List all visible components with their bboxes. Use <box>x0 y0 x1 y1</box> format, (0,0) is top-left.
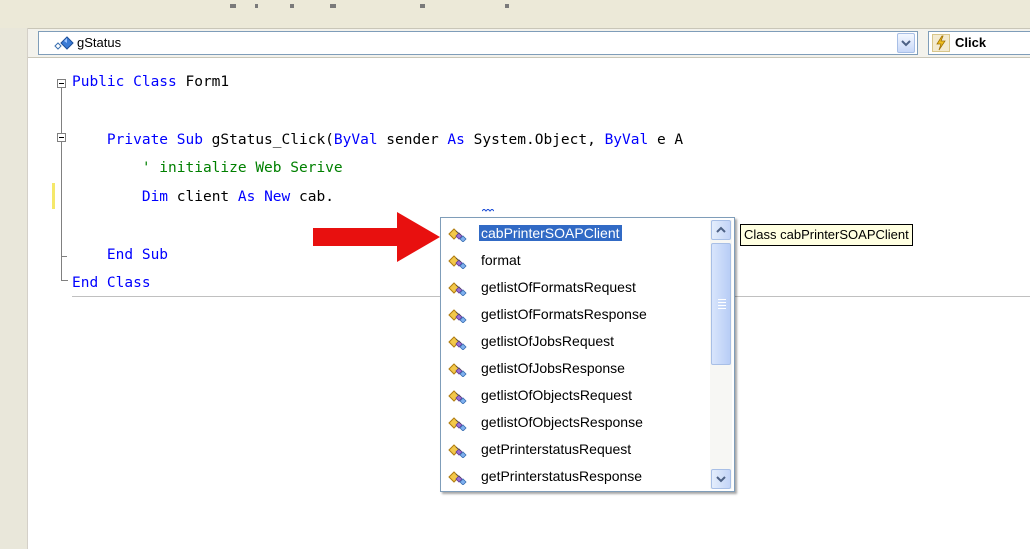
completion-tooltip: Class cabPrinterSOAPClient <box>740 224 913 246</box>
completion-item[interactable]: getlistOfFormatsRequest <box>443 275 711 301</box>
navigation-bar: gStatus Click <box>28 28 1030 58</box>
event-lightning-icon <box>932 34 950 52</box>
keyword: As <box>447 132 465 148</box>
code-line-2[interactable]: Private Sub gStatus_Click(ByVal sender A… <box>72 131 683 149</box>
completion-item[interactable]: getPrinterstatusRequest <box>443 437 711 463</box>
completion-item[interactable]: getlistOfObjectsRequest <box>443 383 711 409</box>
object-combobox-value: gStatus <box>77 35 122 50</box>
class-icon <box>447 253 467 270</box>
code-line-1[interactable]: Public Class Form1 <box>72 73 229 91</box>
chevron-down-icon <box>901 40 911 47</box>
grip-line <box>718 302 726 303</box>
class-icon <box>447 280 467 297</box>
class-icon <box>447 442 467 459</box>
code-text: sender <box>377 132 448 148</box>
grip-line <box>718 305 726 306</box>
completion-item-label: getPrinterstatusResponse <box>481 468 643 484</box>
object-combobox-dropdown-button[interactable] <box>897 33 915 53</box>
completion-item[interactable]: cabPrinterSOAPClient <box>443 221 711 247</box>
code-text: cab. <box>290 189 334 205</box>
class-icon <box>447 415 467 432</box>
completion-item-label: getPrinterstatusRequest <box>481 441 632 457</box>
completion-item[interactable]: getPrinterstatusResponse <box>443 464 711 490</box>
intellisense-completion-list[interactable]: cabPrinterSOAPClient format getlistOfForma… <box>440 217 735 492</box>
keyword: Private Sub <box>106 132 203 148</box>
code-text: gStatus_Click( <box>202 132 334 148</box>
collapse-class-toggle[interactable] <box>57 79 66 88</box>
toolbar-fragment <box>255 4 258 8</box>
completion-item[interactable]: getlistOfJobsResponse <box>443 356 711 382</box>
toolbar-fragment <box>330 4 336 8</box>
keyword: Public Class <box>72 74 177 90</box>
grip-line <box>718 299 726 300</box>
error-squiggle <box>482 209 494 212</box>
toolbar-fragment <box>230 4 236 8</box>
change-indicator-bar <box>52 183 55 209</box>
class-icon <box>447 307 467 324</box>
red-arrow-annotation <box>313 212 440 262</box>
class-icon <box>447 469 467 486</box>
keyword: ByVal <box>604 132 649 148</box>
keyword: As New <box>237 189 291 205</box>
scroll-down-button[interactable] <box>711 469 731 489</box>
code-text: Form1 <box>176 74 230 90</box>
scroll-up-button[interactable] <box>711 220 731 240</box>
object-combobox[interactable]: gStatus <box>38 31 918 55</box>
code-line-5[interactable]: End Sub <box>72 246 168 264</box>
completion-item[interactable]: format <box>443 248 711 274</box>
completion-item-label: getlistOfObjectsRequest <box>481 387 632 403</box>
completion-item-label: format <box>481 252 521 268</box>
code-text: e A <box>648 132 684 148</box>
chevron-down-icon <box>716 476 726 483</box>
toolbar-fragment <box>290 4 294 8</box>
completion-item-label: getlistOfFormatsRequest <box>481 279 636 295</box>
grip-line <box>718 308 726 309</box>
completion-item-label: getlistOfJobsRequest <box>481 333 615 349</box>
code-line-6[interactable]: End Class <box>72 274 151 292</box>
code-text: System.Object, <box>464 132 605 148</box>
class-icon <box>447 361 467 378</box>
keyword: Dim <box>141 189 169 205</box>
class-icon <box>447 226 467 243</box>
toolbar-fragment <box>420 4 425 8</box>
toolbar-fragment <box>505 4 509 8</box>
outline-line <box>61 87 62 280</box>
editor-margin <box>28 58 48 549</box>
event-combobox[interactable]: Click <box>928 31 1030 55</box>
completion-item[interactable]: getlistOfJobsRequest <box>443 329 711 355</box>
completion-item-label: getlistOfJobsResponse <box>481 360 625 376</box>
keyword: End Class <box>72 275 151 291</box>
code-line-4[interactable]: Dim client As New cab. <box>72 188 334 206</box>
class-icon <box>447 334 467 351</box>
code-text: client <box>168 189 238 205</box>
completion-item-label: getlistOfObjectsResponse <box>481 414 643 430</box>
scroll-thumb[interactable] <box>711 243 731 365</box>
comment: ' initialize Web Serive <box>141 160 343 176</box>
completion-item[interactable]: getlistOfFormatsResponse <box>443 302 711 328</box>
completion-item-label: getlistOfFormatsResponse <box>481 306 647 322</box>
collapse-sub-toggle[interactable] <box>57 133 66 142</box>
class-icon <box>447 388 467 405</box>
left-panel-strip <box>0 28 28 549</box>
top-toolbar-strip <box>0 0 1030 28</box>
keyword: End Sub <box>106 247 169 263</box>
event-combobox-value: Click <box>955 35 987 50</box>
completion-item[interactable]: getlistOfObjectsResponse <box>443 410 711 436</box>
field-icon <box>53 35 75 51</box>
keyword: ByVal <box>333 132 378 148</box>
outline-line <box>61 280 68 281</box>
code-line-3[interactable]: ' initialize Web Serive <box>72 159 343 177</box>
outline-line <box>61 256 67 257</box>
chevron-up-icon <box>716 226 726 233</box>
completion-list-scrollbar[interactable] <box>710 220 732 489</box>
completion-item-label: cabPrinterSOAPClient <box>478 224 623 242</box>
